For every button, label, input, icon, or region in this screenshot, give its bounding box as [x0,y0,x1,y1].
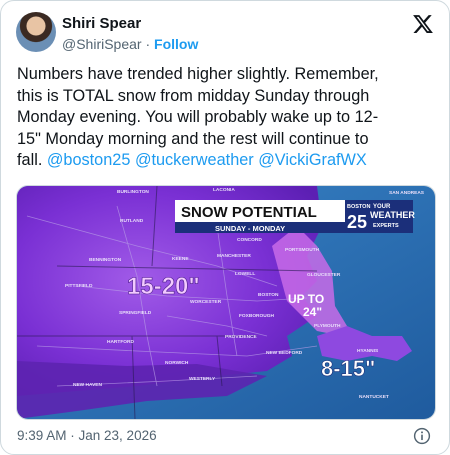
logo-weather: WEATHER [370,210,415,220]
town-hyannis: HYANNIS [357,348,379,354]
logo-25: 25 [347,212,367,232]
tweet-line-2: this is TOTAL snow from midday Sunday th… [17,86,370,105]
follow-button[interactable]: Follow [154,36,198,52]
town-gloucester: GLOUCESTER [307,272,341,278]
snow-map-image[interactable]: SNOW POTENTIAL SUNDAY - MONDAY BOSTON 25… [16,185,436,420]
town-manchester: MANCHESTER [217,253,251,259]
logo-boston: BOSTON [347,204,370,210]
zone-label-15-20: 15-20" [127,273,200,300]
map-title: SNOW POTENTIAL [181,204,317,221]
tweet-text: Numbers have trended higher slightly. Re… [17,64,437,172]
map-subtitle: SUNDAY - MONDAY [215,224,285,233]
town-burlington: BURLINGTON [117,189,149,195]
town-worcester: WORCESTER [190,299,222,305]
avatar[interactable] [16,12,56,52]
zone-label-8-15: 8-15" [321,356,375,381]
mention-tuckerweather[interactable]: @tuckerweather [135,151,254,169]
tweet-line-4: 15" Monday morning and the rest will con… [17,129,369,148]
town-plymouth: PLYMOUTH [314,323,341,329]
town-nantucket: NANTUCKET [359,394,389,400]
town-westerly: WESTERLY [189,376,216,382]
x-logo-icon[interactable] [412,13,434,35]
town-rutland: RUTLAND [120,218,144,224]
author-handle[interactable]: @ShiriSpear [62,36,142,52]
town-hartford: HARTFORD [107,339,134,345]
mention-vickigrafwx[interactable]: @VickiGrafWX [258,151,367,169]
info-icon[interactable] [413,427,431,445]
town-new-haven: NEW HAVEN [73,382,102,388]
tweet-line-5-prefix: fall. [17,151,43,169]
town-portsmouth: PORTSMOUTH [285,247,320,253]
town-keene: KEENE [172,256,189,262]
author-name[interactable]: Shiri Spear [62,15,141,32]
snow-map: SNOW POTENTIAL SUNDAY - MONDAY BOSTON 25… [17,186,435,419]
town-laconia: LACONIA [213,187,235,193]
town-providence: PROVIDENCE [225,334,258,340]
zone-label-24: 24" [303,305,322,319]
separator: · [145,36,151,52]
mention-boston25[interactable]: @boston25 [47,151,131,169]
town-lowell: LOWELL [235,271,255,277]
town-pittsfield: PITTSFIELD [65,283,93,289]
logo-experts: EXPERTS [373,223,399,229]
tweet-line-1: Numbers have trended higher slightly. Re… [17,65,379,83]
town-norwich: NORWICH [165,360,189,366]
tweet-line-5: fall. @boston25 @tuckerweather @VickiGra… [17,150,437,172]
author-handle-row: @ShiriSpear · Follow [62,36,198,52]
town-foxborough: FOXBOROUGH [239,313,274,319]
town-new-bedford: NEW BEDFORD [266,350,303,356]
tweet-timestamp[interactable]: 9:39 AM · Jan 23, 2026 [17,428,157,443]
zone-label-up-to: UP TO [288,292,324,306]
tweet-line-3: Monday evening. You will probably wake u… [17,108,379,126]
town-concord: CONCORD [237,237,262,243]
town-boston: BOSTON [258,292,279,298]
town-bennington: BENNINGTON [89,257,122,263]
tweet-card: Shiri Spear @ShiriSpear · Follow Numbers… [0,0,450,455]
town-springfield: SPRINGFIELD [119,310,152,316]
town-san-andreas: SAN ANDREAS [389,190,425,196]
